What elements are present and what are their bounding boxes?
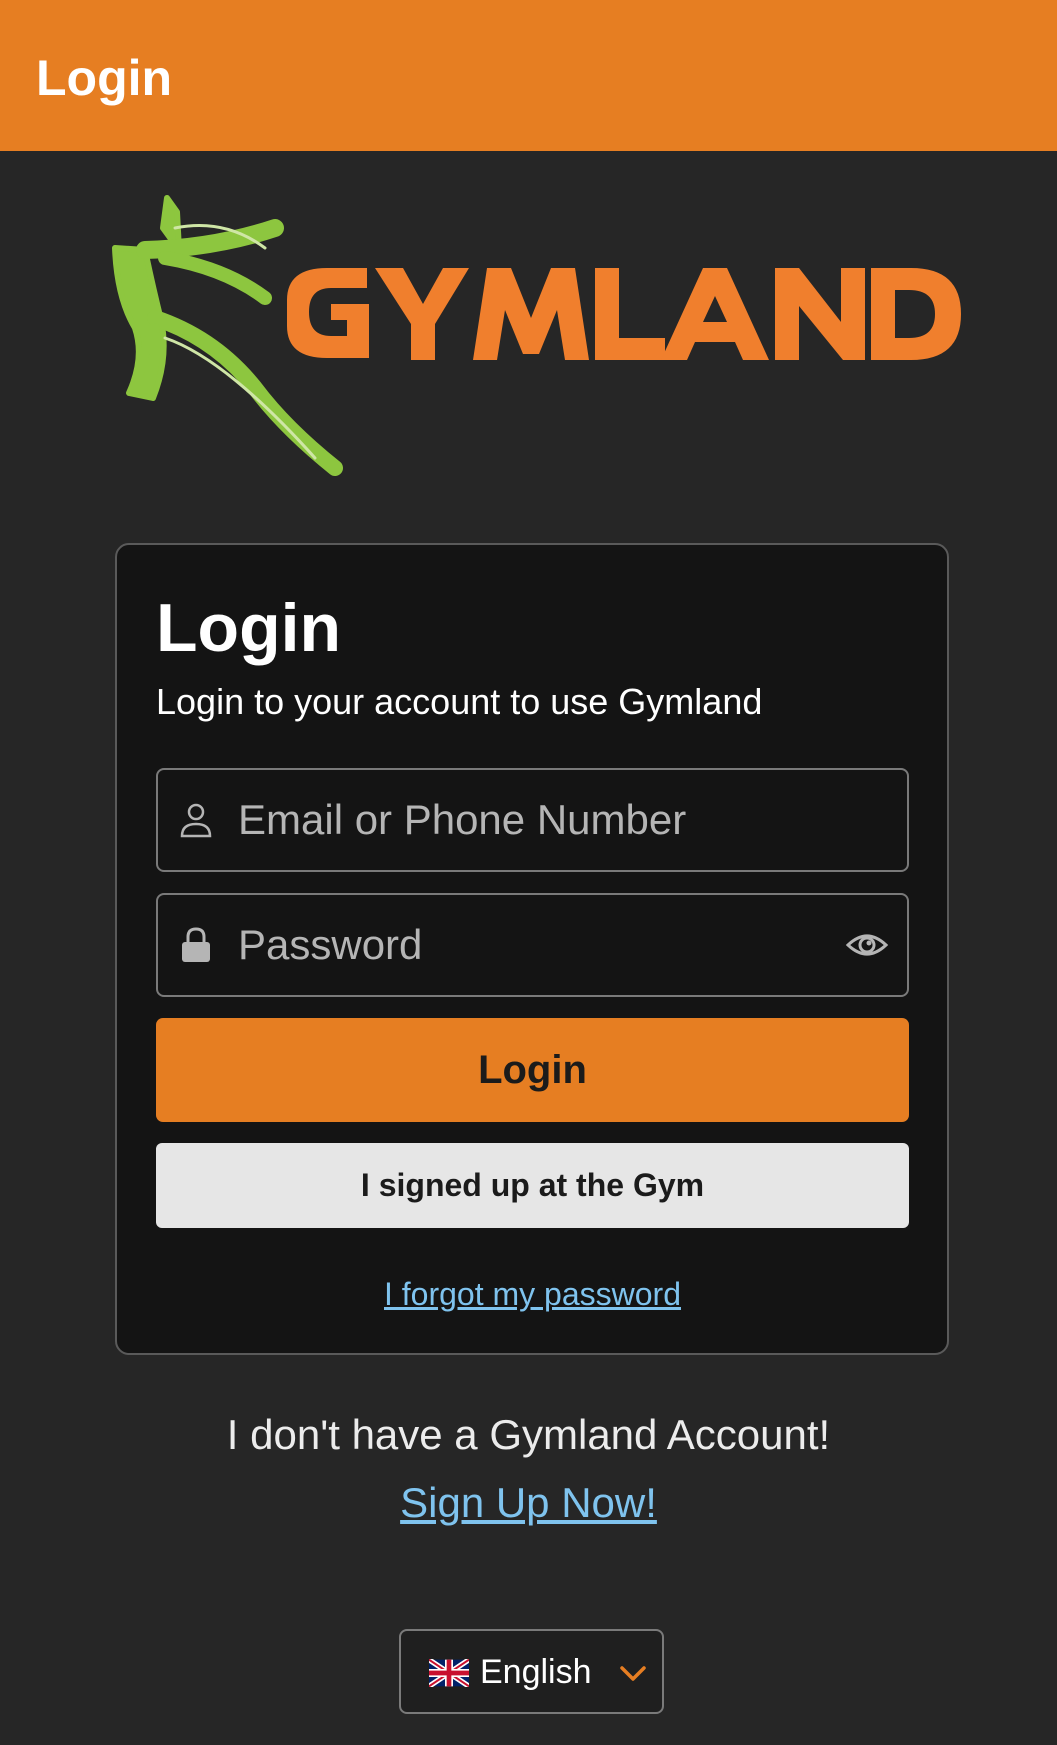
eye-icon[interactable] — [845, 923, 889, 967]
gymland-wordmark — [287, 268, 961, 360]
gymland-logo — [112, 195, 961, 476]
gym-signup-button[interactable]: I signed up at the Gym — [156, 1143, 909, 1228]
forgot-password-link[interactable]: I forgot my password — [156, 1274, 909, 1314]
password-field[interactable] — [156, 893, 909, 997]
app-bar-title: Login — [36, 50, 173, 106]
app-bar: Login — [0, 0, 1057, 151]
sign-up-link[interactable]: Sign Up Now! — [0, 1478, 1057, 1528]
card-subtitle: Login to your account to use Gymland — [156, 681, 763, 722]
email-input[interactable] — [238, 770, 838, 870]
lock-icon — [182, 927, 210, 962]
language-selector[interactable]: English — [399, 1629, 664, 1714]
card-title: Login — [156, 590, 342, 666]
person-icon — [180, 803, 212, 838]
language-label: English — [480, 1653, 592, 1691]
uk-flag-icon — [429, 1659, 469, 1687]
password-input[interactable] — [238, 895, 838, 995]
email-field[interactable] — [156, 768, 909, 872]
chevron-down-icon — [620, 1666, 646, 1681]
login-button[interactable]: Login — [156, 1018, 909, 1122]
no-account-text: I don't have a Gymland Account! — [226, 1411, 831, 1458]
